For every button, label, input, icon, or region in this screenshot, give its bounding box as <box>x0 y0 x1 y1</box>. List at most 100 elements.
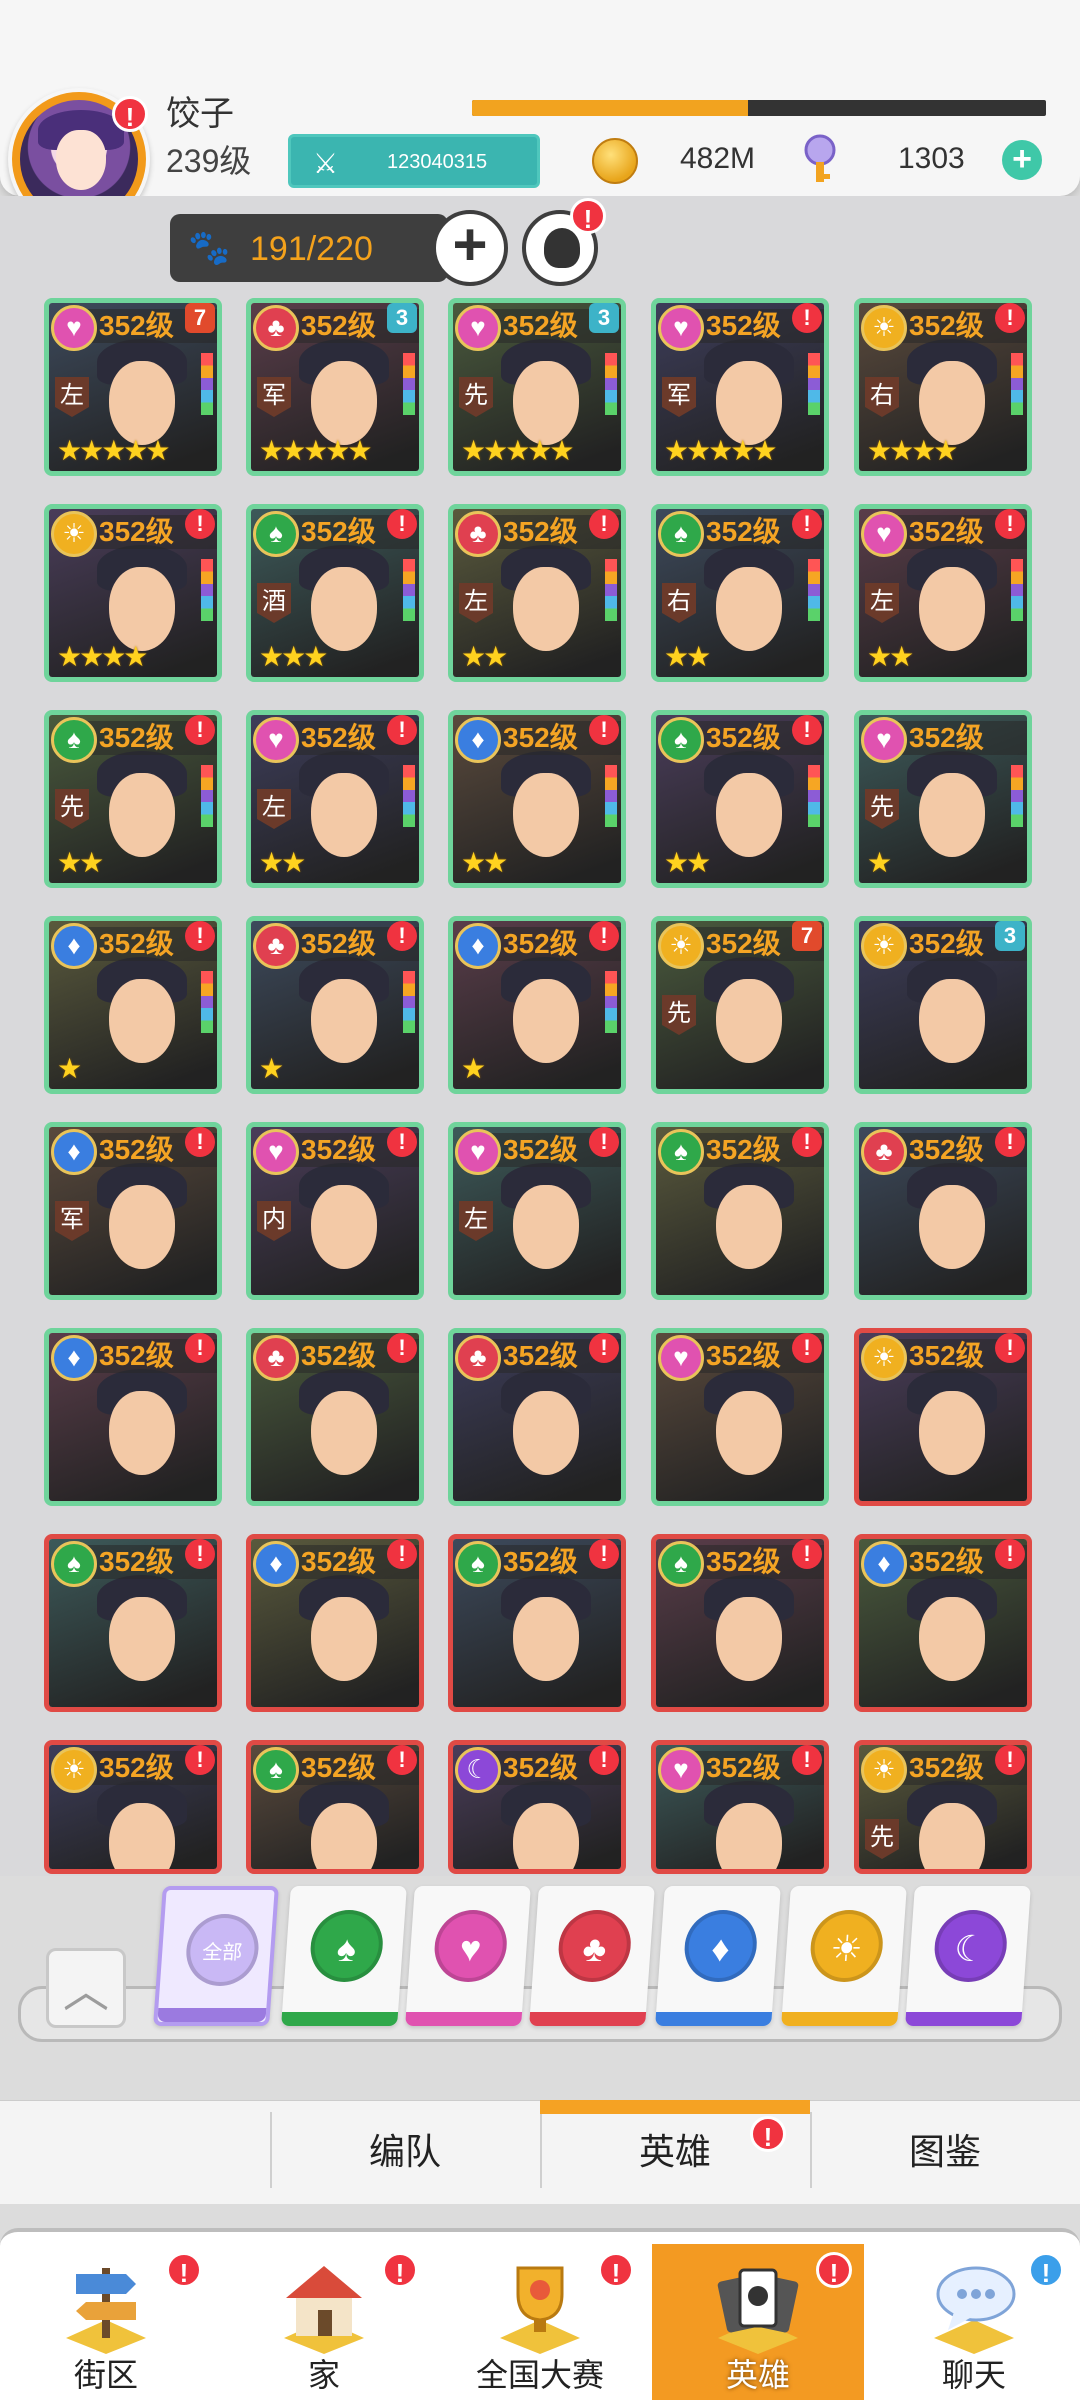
crossed-swords-icon: ⚔ <box>313 148 339 179</box>
filter-sun[interactable]: ☀ <box>781 1886 907 2026</box>
hero-card[interactable]: 352级 ☀ 3 <box>854 916 1032 1094</box>
hero-alert-icon: ! <box>185 921 215 951</box>
hero-card[interactable]: 352级 ♥ 内! <box>246 1122 424 1300</box>
hero-card[interactable]: 352级 ♥ 左 ★★★★★ 7 <box>44 298 222 476</box>
gold-amount: 482M <box>680 142 756 175</box>
equipment-indicator <box>403 559 415 621</box>
spade-suit-icon: ♠ <box>253 511 299 557</box>
hero-alert-icon: ! <box>185 1333 215 1363</box>
hero-card[interactable]: 352级 ♣! <box>246 1328 424 1506</box>
sun-suit-icon: ☀ <box>658 923 704 969</box>
sun-suit-icon: ☀ <box>51 1747 97 1793</box>
spade-suit-icon: ♠ <box>253 1747 299 1793</box>
hero-card[interactable]: 352级 ♠ 酒 ★★★! <box>246 504 424 682</box>
nav-street-label: 街区 <box>73 2357 138 2393</box>
hero-card[interactable]: 352级 ☀ ★★★★! <box>44 504 222 682</box>
hero-card[interactable]: 352级 ♠ 右 ★★! <box>651 504 829 682</box>
all-filter-icon: 全部 <box>183 1914 261 1986</box>
equipment-indicator <box>201 353 213 415</box>
heart-suit-icon: ♥ <box>658 305 704 351</box>
filter-diamond[interactable]: ♦ <box>655 1886 781 2026</box>
moon-suit-icon: ☾ <box>455 1747 501 1793</box>
hero-card[interactable]: 352级 ♥ 左 ★★! <box>854 504 1032 682</box>
hero-stars: ★ <box>461 1053 486 1084</box>
hero-alert-icon: ! <box>387 921 417 951</box>
hero-card[interactable]: 352级 ♠! <box>246 1740 424 1874</box>
hero-alert-icon: ! <box>185 715 215 745</box>
spade-suit-icon: ♠ <box>51 1541 97 1587</box>
hero-alert-icon: ! <box>387 1745 417 1775</box>
tab-formation[interactable]: 编队 <box>270 2100 540 2204</box>
house-icon <box>284 2266 364 2354</box>
hero-card[interactable]: 352级 ☀ 先! <box>854 1740 1032 1874</box>
hero-card[interactable]: 352级 ♦! <box>44 1328 222 1506</box>
filter-spade[interactable]: ♠ <box>281 1886 407 2026</box>
equipment-indicator <box>808 765 820 827</box>
hero-card[interactable]: 352级 ♦! <box>246 1534 424 1712</box>
hero-card[interactable]: 352级 ♣ 军 ★★★★★ 3 <box>246 298 424 476</box>
hero-card[interactable]: 352级 ♠! <box>44 1534 222 1712</box>
hero-card[interactable]: 352级 ♦ ★! <box>448 916 626 1094</box>
player-id-badge[interactable]: ⚔ 123040315 <box>288 134 540 188</box>
hero-card[interactable]: 352级 ☀! <box>854 1328 1032 1506</box>
hero-alert-icon: ! <box>995 1333 1025 1363</box>
diamond-suit-icon: ♦ <box>51 923 97 969</box>
equipment-indicator <box>403 353 415 415</box>
club-suit-icon: ♣ <box>253 1335 299 1381</box>
hero-alert-icon: ! <box>589 509 619 539</box>
hero-card[interactable]: 352级 ♣ 左 ★★! <box>448 504 626 682</box>
hero-card[interactable]: 352级 ♠ 先 ★★! <box>44 710 222 888</box>
filter-moon[interactable]: ☾ <box>905 1886 1031 2026</box>
hero-card[interactable]: 352级 ♦ 军! <box>44 1122 222 1300</box>
heroes-tab-alert-icon: ! <box>750 2116 786 2152</box>
hero-card[interactable]: 352级 ♥ 左 ★★! <box>246 710 424 888</box>
hero-alert-icon: ! <box>589 1333 619 1363</box>
hero-card[interactable]: 352级 ♦ ★! <box>44 916 222 1094</box>
hero-card[interactable]: 352级 ♥ 先 ★★★★★ 3 <box>448 298 626 476</box>
hero-card[interactable]: 352级 ♥! <box>651 1328 829 1506</box>
hero-card[interactable]: 352级 ☾! <box>448 1740 626 1874</box>
hero-card[interactable]: 352级 ♥! <box>651 1740 829 1874</box>
hero-card[interactable]: 352级 ♠ ★★! <box>651 710 829 888</box>
hero-card[interactable]: 352级 ♠! <box>651 1534 829 1712</box>
tab-handbook[interactable]: 图鉴 <box>810 2100 1080 2204</box>
hero-card[interactable]: 352级 ♣ ★! <box>246 916 424 1094</box>
club-suit-icon: ♣ <box>455 511 501 557</box>
hero-alert-icon: ! <box>387 1333 417 1363</box>
hero-alert-icon: ! <box>589 715 619 745</box>
hero-card[interactable]: 352级 ♦ ★★! <box>448 710 626 888</box>
spade-suit-icon: ♠ <box>455 1541 501 1587</box>
hero-card[interactable]: 352级 ♠! <box>651 1122 829 1300</box>
hero-alert-icon: ! <box>387 1127 417 1157</box>
home-alert-icon: ! <box>382 2252 418 2288</box>
club-suit-icon: ♣ <box>253 305 299 351</box>
diamond-suit-icon: ♦ <box>861 1541 907 1587</box>
filter-heart[interactable]: ♥ <box>405 1886 531 2026</box>
club-suit-icon: ♣ <box>861 1129 907 1175</box>
hero-card[interactable]: 352级 ♥ 军 ★★★★★! <box>651 298 829 476</box>
hero-card[interactable]: 352级 ♥ 左! <box>448 1122 626 1300</box>
club-suit-icon: ♣ <box>253 923 299 969</box>
hero-card[interactable]: 352级 ☀ 先 7 <box>651 916 829 1094</box>
hero-stars: ★★ <box>57 847 104 878</box>
heart-suit-icon: ♥ <box>253 1129 299 1175</box>
hero-card[interactable]: 352级 ♠! <box>448 1534 626 1712</box>
scroll-top-button[interactable]: ︿ <box>46 1948 126 2028</box>
filter-all[interactable]: 全部 <box>153 1886 279 2026</box>
hero-card[interactable]: 352级 ☀ 右 ★★★★! <box>854 298 1032 476</box>
hero-card[interactable]: 352级 ♥ 先 ★ <box>854 710 1032 888</box>
hero-card[interactable]: 352级 ♣! <box>448 1328 626 1506</box>
hero-card[interactable]: 352级 ♣! <box>854 1122 1032 1300</box>
expand-capacity-button[interactable]: + <box>432 210 508 286</box>
hero-alert-icon: ! <box>792 1127 822 1157</box>
hero-stars: ★★★★★ <box>461 435 575 466</box>
hero-rank-badge: 3 <box>387 303 417 333</box>
equipment-indicator <box>1011 559 1023 621</box>
gem-amount: 1303 <box>898 142 965 175</box>
filter-club[interactable]: ♣ <box>529 1886 655 2026</box>
hero-card[interactable]: 352级 ☀! <box>44 1740 222 1874</box>
spade-suit-icon: ♠ <box>658 1541 704 1587</box>
hero-card[interactable]: 352级 ♦! <box>854 1534 1032 1712</box>
add-gems-button[interactable]: + <box>1002 140 1042 180</box>
hero-stars: ★★ <box>664 641 711 672</box>
